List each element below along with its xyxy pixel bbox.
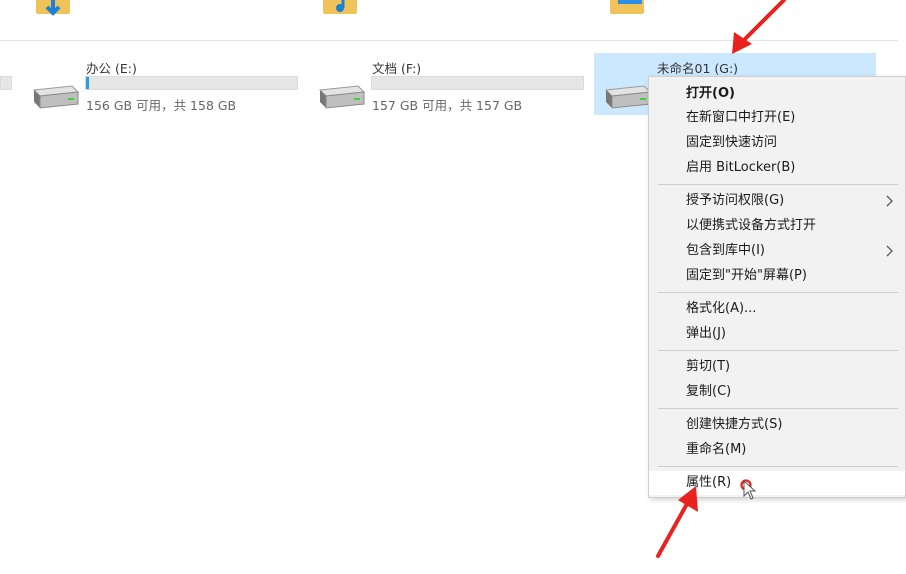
menu-item-eject[interactable]: 弹出(J): [649, 322, 905, 346]
menu-item-create-shortcut[interactable]: 创建快捷方式(S): [649, 413, 905, 437]
drive-capacity-bar: [371, 76, 584, 90]
drive-size-text: 156 GB 可用，共 158 GB: [86, 98, 237, 113]
mouse-cursor-icon: [743, 479, 757, 504]
hard-drive-icon: [602, 84, 652, 110]
context-menu: 打开(O) 在新窗口中打开(E) 固定到快速访问 启用 BitLocker(B)…: [648, 76, 906, 498]
menu-item-include-library[interactable]: 包含到库中(I): [649, 239, 905, 263]
menu-item-cut[interactable]: 剪切(T): [649, 355, 905, 379]
drive-capacity-bar: [85, 76, 298, 90]
menu-item-rename[interactable]: 重命名(M): [649, 438, 905, 462]
menu-item-pin-quick-access[interactable]: 固定到快速访问: [649, 131, 905, 155]
drive-capacity-bar: [0, 76, 12, 90]
hard-drive-icon: [30, 84, 80, 110]
menu-separator: [658, 350, 898, 351]
menu-separator: [658, 184, 898, 185]
drive-size-text: 157 GB 可用，共 157 GB: [372, 98, 523, 113]
menu-item-label: 包含到库中(I): [686, 243, 765, 258]
drive-label: 文档 (F:): [372, 61, 422, 76]
menu-separator: [658, 466, 898, 467]
menu-item-pin-start[interactable]: 固定到"开始"屏幕(P): [649, 264, 905, 288]
chevron-right-icon: [885, 239, 895, 263]
menu-item-format[interactable]: 格式化(A)...: [649, 297, 905, 321]
annotation-arrow-icon: [650, 484, 710, 568]
chevron-right-icon: [885, 189, 895, 213]
menu-separator: [658, 408, 898, 409]
menu-item-open[interactable]: 打开(O): [649, 82, 905, 106]
menu-item-bitlocker[interactable]: 启用 BitLocker(B): [649, 156, 905, 180]
annotation-arrow-icon: [720, 0, 800, 66]
downloads-folder-icon[interactable]: [34, 0, 74, 18]
menu-item-grant-access[interactable]: 授予访问权限(G): [649, 189, 905, 213]
desktop-folder-icon[interactable]: [608, 0, 648, 18]
drive-capacity-fill: [86, 77, 89, 89]
drive-label: 办公 (E:): [86, 61, 137, 76]
menu-item-open-new-window[interactable]: 在新窗口中打开(E): [649, 106, 905, 130]
menu-separator: [658, 292, 898, 293]
hard-drive-icon: [316, 84, 366, 110]
menu-item-copy[interactable]: 复制(C): [649, 380, 905, 404]
menu-item-open-portable[interactable]: 以便携式设备方式打开: [649, 214, 905, 238]
menu-item-label: 授予访问权限(G): [686, 193, 785, 208]
music-folder-icon[interactable]: [321, 0, 361, 18]
